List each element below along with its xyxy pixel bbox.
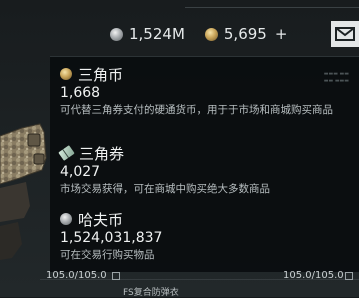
currency-description: 市场交易获得，可在商城中购买绝大多数商品 [60,183,270,195]
item-name[interactable]: FS复合防弹衣 [123,285,179,298]
haf-coin-total[interactable]: 1,524M [129,25,185,43]
currency-amount: 1,668 [60,85,101,101]
ticket-icon [58,145,75,161]
gold-coin-icon [204,27,218,41]
durability-left: 105.0/105.0 [46,270,107,281]
divider [185,7,359,8]
mail-button[interactable] [331,21,359,47]
currency-amount: 1,524,031,837 [60,230,163,246]
lock-icon [112,272,120,280]
currency-entry-sanjiao-coin: 三角币 1,668 可代替三角券支付的硬通货币，用于于市场和商城购买商品 [60,65,356,119]
silver-coin-icon [60,213,72,225]
currency-name: 三角券 [79,144,125,163]
currency-bar: 1,524M 5,695 + [110,21,287,47]
gold-coin-icon [60,68,72,80]
currency-tooltip: ▬▬▬ ▬▬ ▬▬ ▬▬▬ 三角币 1,668 可代替三角券支付的硬通货币，用于于… [50,56,359,272]
currency-entry-sanjiao-ticket: 三角券 4,027 市场交易获得，可在商城中购买绝大多数商品 [58,144,356,198]
sanjiao-coin-total[interactable]: 5,695 [224,25,267,43]
silver-coin-icon [110,27,123,41]
add-currency-button[interactable]: + [275,25,288,43]
armor-item-image [0,123,47,260]
currency-description: 可在交易行购买物品 [60,249,155,261]
currency-description: 可代替三角券支付的硬通货币，用于于市场和商城购买商品 [60,104,333,116]
lock-icon [345,272,353,280]
currency-amount: 4,027 [60,164,101,180]
currency-name: 哈夫币 [78,210,124,229]
currency-name: 三角币 [78,65,124,84]
mail-icon [335,27,355,41]
durability-right: 105.0/105.0 [283,270,344,281]
currency-entry-haf-coin: 哈夫币 1,524,031,837 可在交易行购买物品 [60,210,356,264]
